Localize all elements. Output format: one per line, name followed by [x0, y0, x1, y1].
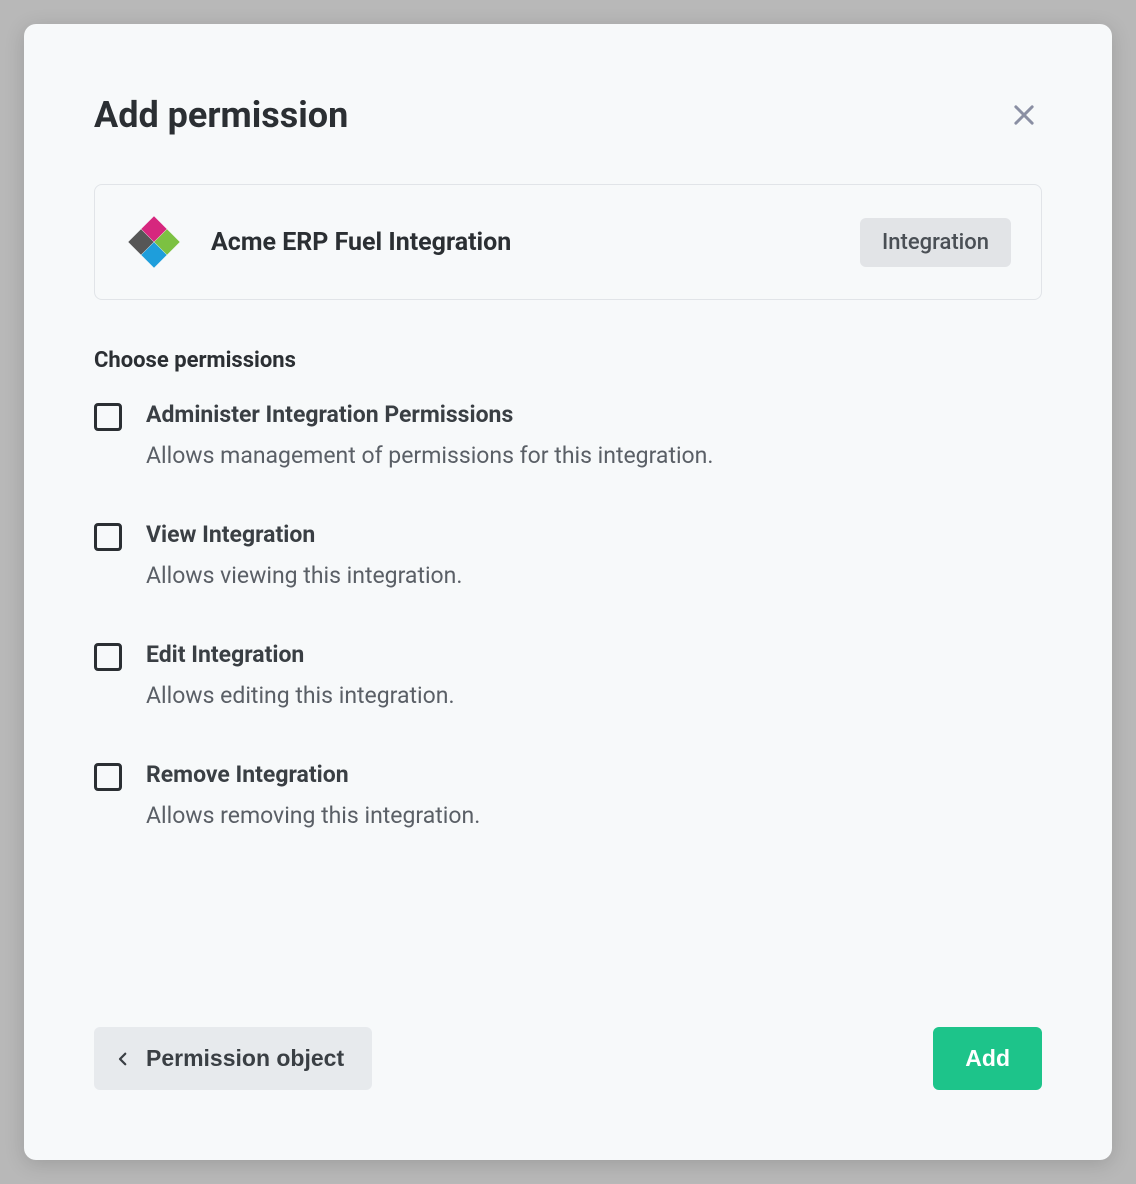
permission-text: Remove Integration Allows removing this …	[146, 761, 480, 829]
permission-title: Edit Integration	[146, 641, 455, 668]
modal-header: Add permission	[94, 94, 1042, 136]
permission-item: View Integration Allows viewing this int…	[94, 521, 1042, 589]
permissions-list: Administer Integration Permissions Allow…	[94, 401, 1042, 829]
permission-item: Remove Integration Allows removing this …	[94, 761, 1042, 829]
permission-object-card: Acme ERP Fuel Integration Integration	[94, 184, 1042, 300]
modal-footer: Permission object Add	[94, 967, 1042, 1090]
chevron-left-icon	[114, 1050, 132, 1068]
permission-title: Administer Integration Permissions	[146, 401, 713, 428]
permission-description: Allows removing this integration.	[146, 802, 480, 829]
permission-description: Allows editing this integration.	[146, 682, 455, 709]
permission-checkbox-edit[interactable]	[94, 643, 122, 671]
add-button[interactable]: Add	[933, 1027, 1042, 1090]
permission-title: View Integration	[146, 521, 462, 548]
close-icon	[1010, 101, 1038, 129]
close-button[interactable]	[1006, 97, 1042, 133]
add-permission-modal: Add permission Acme ERP Fuel Integration	[24, 24, 1112, 1160]
object-name: Acme ERP Fuel Integration	[211, 228, 511, 257]
permission-description: Allows viewing this integration.	[146, 562, 462, 589]
permission-checkbox-remove[interactable]	[94, 763, 122, 791]
modal-title: Add permission	[94, 94, 348, 136]
back-button[interactable]: Permission object	[94, 1027, 372, 1090]
permission-checkbox-view[interactable]	[94, 523, 122, 551]
permission-text: View Integration Allows viewing this int…	[146, 521, 462, 589]
permission-item: Edit Integration Allows editing this int…	[94, 641, 1042, 709]
object-summary: Acme ERP Fuel Integration	[125, 213, 511, 271]
back-button-label: Permission object	[146, 1045, 344, 1072]
object-type-badge: Integration	[860, 218, 1011, 267]
permission-checkbox-administer[interactable]	[94, 403, 122, 431]
permission-description: Allows management of permissions for thi…	[146, 442, 713, 469]
integration-logo-icon	[125, 213, 183, 271]
permission-text: Administer Integration Permissions Allow…	[146, 401, 713, 469]
permission-title: Remove Integration	[146, 761, 480, 788]
choose-permissions-label: Choose permissions	[94, 348, 1042, 373]
permission-item: Administer Integration Permissions Allow…	[94, 401, 1042, 469]
permission-text: Edit Integration Allows editing this int…	[146, 641, 455, 709]
